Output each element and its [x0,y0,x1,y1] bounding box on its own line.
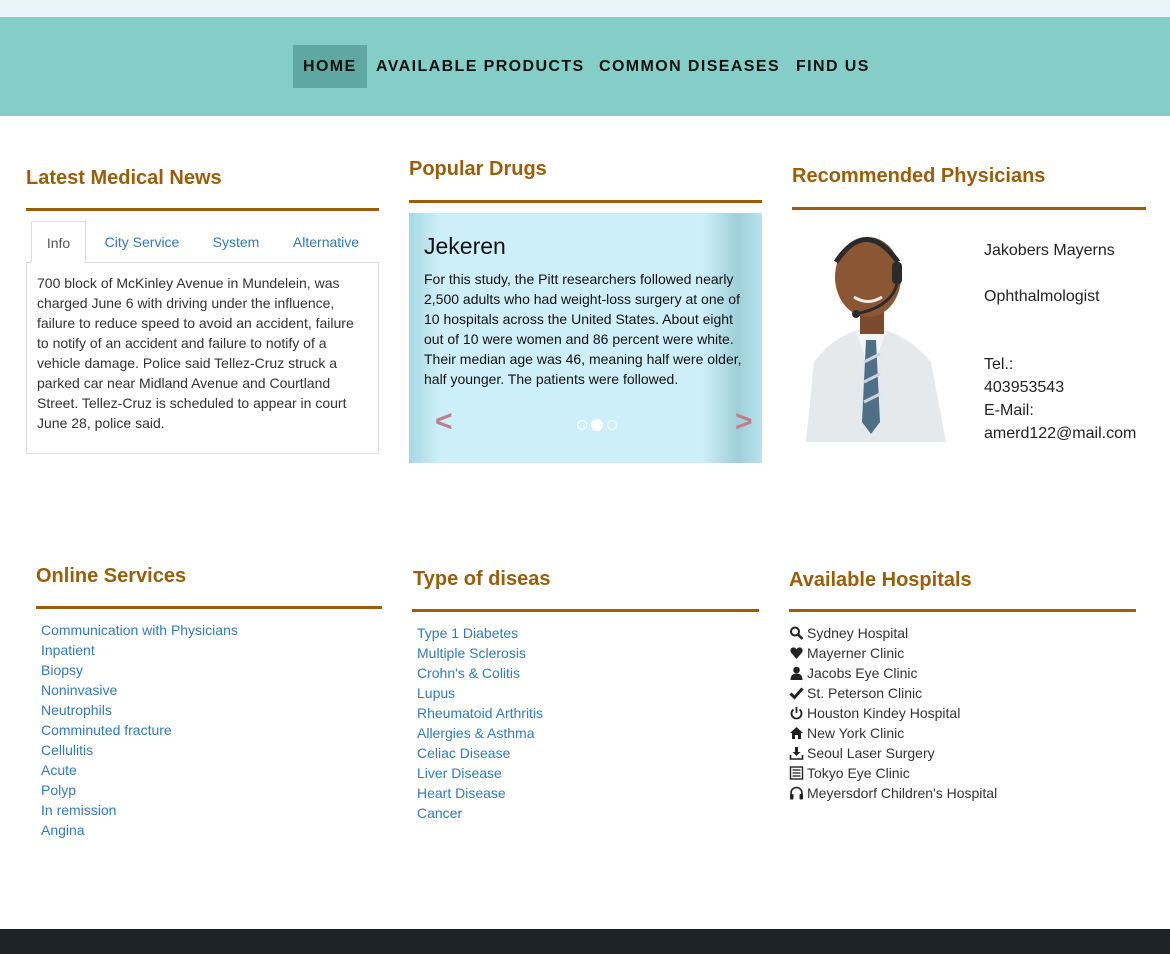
diseases-divider [412,609,759,612]
disease-link[interactable]: Cancer [417,803,543,823]
tab-alternative[interactable]: Alternative [282,221,370,263]
hospital-label: Houston Kindey Hospital [807,705,961,721]
physician-tel: 403953543 [984,379,1065,396]
news-divider [26,208,379,211]
slide-title: Jekeren [424,233,506,259]
service-link[interactable]: Acute [41,760,238,780]
hospital-label: New York Clinic [807,725,905,741]
service-link[interactable]: Angina [41,820,238,840]
news-content: 700 block of McKinley Avenue in Mundelei… [26,262,379,454]
hospital-item[interactable]: New York Clinic [789,723,997,743]
physicians-heading: Recommended Physicians [792,165,1046,187]
disease-link[interactable]: Heart Disease [417,783,543,803]
hospital-label: Seoul Laser Surgery [807,745,935,761]
service-link[interactable]: Cellulitis [41,740,238,760]
disease-link[interactable]: Crohn's & Colitis [417,663,543,683]
physician-email: amerd122@mail.com [984,425,1137,442]
hospital-item[interactable]: St. Peterson Clinic [789,683,997,703]
service-link[interactable]: Neutrophils [41,700,238,720]
power-icon [790,707,803,720]
service-link[interactable]: Noninvasive [41,680,238,700]
hospital-label: Meyersdorf Children's Hospital [807,785,998,801]
hospital-item[interactable]: Jacobs Eye Clinic [789,663,997,683]
hospital-label: Mayerner Clinic [807,645,905,661]
physician-photo [796,222,951,442]
slide-text: For this study, the Pitt researchers fol… [424,271,742,387]
home-icon [790,727,803,739]
hospitals-list: Sydney Hospital Mayerner Clinic Jacobs E… [789,623,997,803]
carousel-dot-2[interactable] [591,418,603,431]
hospital-label: Tokyo Eye Clinic [807,765,910,781]
footer [0,929,1170,954]
check-icon [789,687,804,700]
disease-link[interactable]: Celiac Disease [417,743,543,763]
disease-link[interactable]: Type 1 Diabetes [417,623,543,643]
hospitals-heading: Available Hospitals [789,569,972,591]
service-link[interactable]: Comminuted fracture [41,720,238,740]
service-link[interactable]: Polyp [41,780,238,800]
diseases-heading: Type of diseas [413,568,551,590]
hospital-item[interactable]: Seoul Laser Surgery [789,743,997,763]
tab-system[interactable]: System [202,221,270,263]
carousel-dot-3[interactable] [607,419,617,430]
nav-home[interactable]: HOME [293,45,367,88]
hospitals-divider [789,609,1136,612]
physician-email-label: E-Mail: [984,402,1034,419]
disease-link[interactable]: Multiple Sclerosis [417,643,543,663]
physicians-divider [792,207,1146,210]
news-tabs: Info City Service System Alternative 700… [26,221,379,454]
diseases-list: Type 1 Diabetes Multiple Sclerosis Crohn… [417,623,543,823]
hospital-item[interactable]: Houston Kindey Hospital [789,703,997,723]
physician-name: Jakobers Mayerns [984,242,1115,259]
carousel-next-button[interactable]: > [735,405,753,439]
download-icon [789,747,804,760]
tab-city-service[interactable]: City Service [96,221,188,263]
nav-common-diseases[interactable]: COMMON DISEASES [589,45,790,88]
tab-info[interactable]: Info [31,221,86,263]
hospital-item[interactable]: Meyersdorf Children's Hospital [789,783,997,803]
nav-find-us[interactable]: FIND US [786,45,880,88]
hospital-item[interactable]: Sydney Hospital [789,623,997,643]
physician-tel-label: Tel.: [984,356,1014,373]
hospital-label: Sydney Hospital [807,625,909,641]
service-link[interactable]: Biopsy [41,660,238,680]
carousel-indicators [577,416,621,434]
headphones-icon [790,786,803,800]
hospital-label: St. Peterson Clinic [807,685,923,701]
drugs-heading: Popular Drugs [409,158,547,180]
hospital-label: Jacobs Eye Clinic [807,665,918,681]
services-divider [36,606,382,609]
services-list: Communication with Physicians Inpatient … [41,620,238,840]
list-icon [789,766,804,780]
drugs-divider [409,200,762,203]
hospital-item[interactable]: Tokyo Eye Clinic [789,763,997,783]
services-heading: Online Services [36,565,187,587]
main-nav: HOME AVAILABLE PRODUCTS COMMON DISEASES … [0,17,1170,116]
news-heading: Latest Medical News [26,167,222,189]
service-link[interactable]: In remission [41,800,238,820]
top-strip [0,0,1170,17]
disease-link[interactable]: Lupus [417,683,543,703]
carousel-dot-1[interactable] [577,419,587,430]
carousel-prev-button[interactable]: < [435,405,453,439]
service-link[interactable]: Inpatient [41,640,238,660]
service-link[interactable]: Communication with Physicians [41,620,238,640]
search-icon [790,626,804,640]
disease-link[interactable]: Liver Disease [417,763,543,783]
hospital-item[interactable]: Mayerner Clinic [789,643,997,663]
disease-link[interactable]: Rheumatoid Arthritis [417,703,543,723]
user-icon [790,666,803,680]
nav-available-products[interactable]: AVAILABLE PRODUCTS [366,45,595,88]
physician-specialty: Ophthalmologist [984,288,1100,305]
heart-icon [790,647,803,659]
drug-carousel: Jekeren For this study, the Pitt researc… [409,213,762,463]
disease-link[interactable]: Allergies & Asthma [417,723,543,743]
